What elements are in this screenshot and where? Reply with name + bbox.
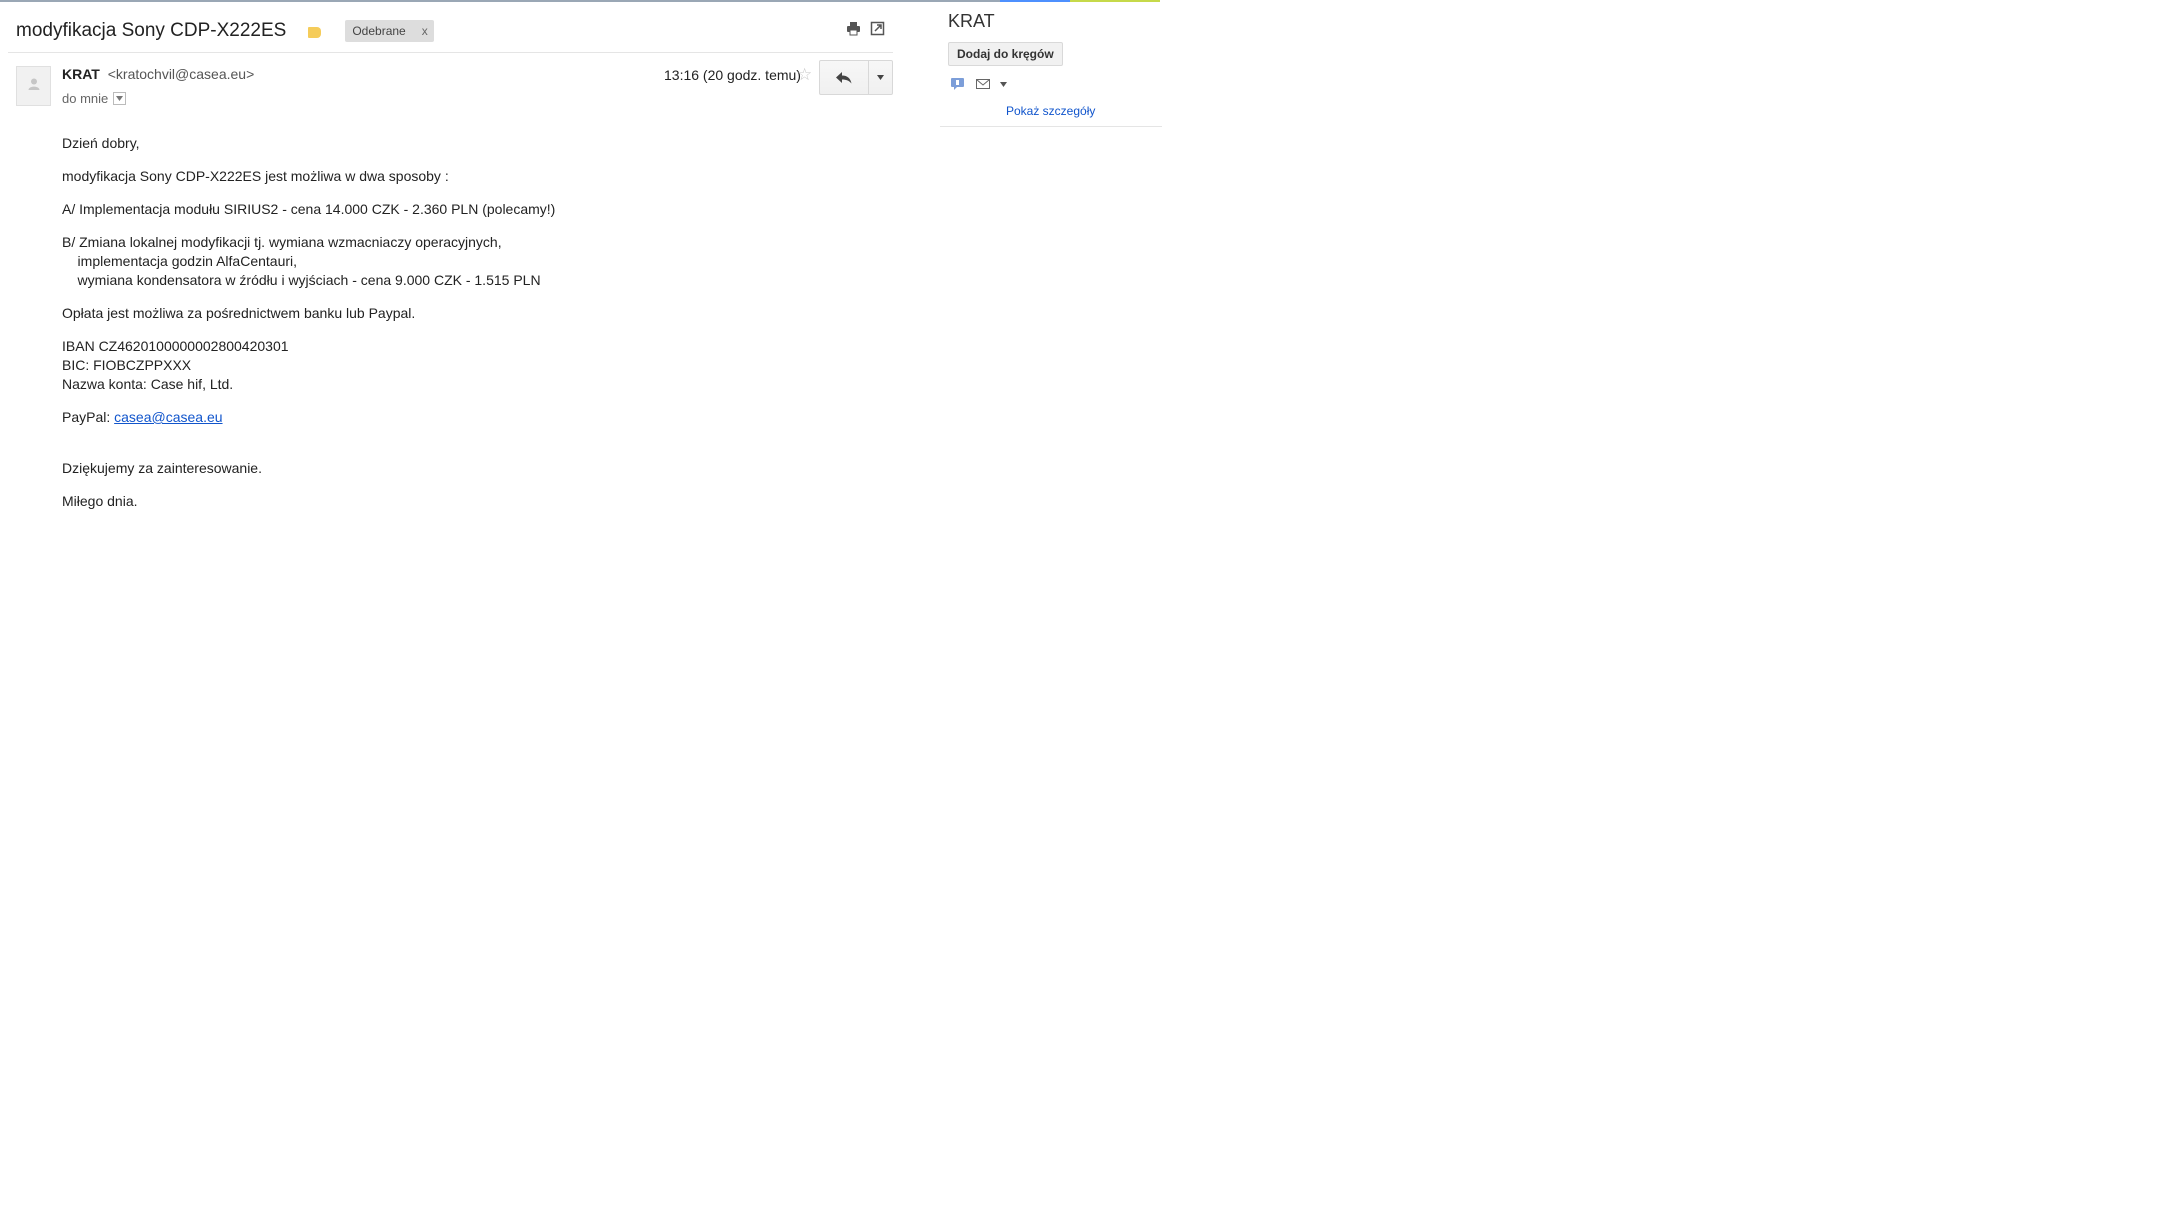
reply-button-group: [819, 60, 893, 95]
body-greeting: Dzień dobry,: [62, 135, 140, 151]
top-accent-green: [1070, 0, 1160, 2]
show-details-link[interactable]: Pokaż szczegóły: [1006, 104, 1095, 118]
header-divider: [8, 52, 893, 53]
sidebar-divider: [940, 126, 1162, 127]
dropdown-arrow-icon: [877, 75, 884, 80]
contact-actions: [950, 77, 1007, 91]
add-to-circles-button[interactable]: Dodaj do kręgów: [948, 42, 1063, 66]
body-intro: modyfikacja Sony CDP-X222ES jest możliwa…: [62, 168, 449, 184]
body-payment: Opłata jest możliwa za pośrednictwem ban…: [62, 305, 416, 321]
message-timestamp: 13:16 (20 godz. temu): [664, 67, 801, 83]
body-thanks: Dziękujemy za zainteresowanie.: [62, 460, 262, 476]
top-accent-bar: [0, 0, 1160, 2]
paypal-label: PayPal:: [62, 409, 115, 425]
subject-row: modyfikacja Sony CDP-X222ES Odebrane x: [16, 16, 434, 46]
top-accent-blue: [1000, 0, 1070, 2]
new-window-icon[interactable]: [870, 21, 885, 36]
body-spacer: [62, 441, 862, 459]
remove-label-button[interactable]: x: [422, 24, 428, 38]
contact-name: KRAT: [948, 11, 995, 31]
label-chip-inbox[interactable]: Odebrane x: [345, 20, 434, 42]
body-paypal: PayPal: casea@casea.eu: [62, 408, 862, 427]
body-option-a: A/ Implementacja modułu SIRIUS2 - cena 1…: [62, 201, 556, 217]
sender-name[interactable]: KRAT: [62, 66, 100, 82]
paypal-email-link[interactable]: casea@casea.eu: [114, 409, 222, 425]
sender-line: KRAT <kratochvil@casea.eu>: [62, 66, 254, 82]
label-chip-text: Odebrane: [352, 24, 406, 38]
person-icon: [27, 77, 41, 96]
chevron-down-icon: [116, 96, 124, 101]
label-tag-icon[interactable]: [308, 26, 322, 38]
message-body: Dzień dobry, modyfikacja Sony CDP-X222ES…: [62, 134, 862, 525]
body-closing: Miłego dnia.: [62, 493, 138, 509]
body-option-b: B/ Zmiana lokalnej modyfikacji tj. wymia…: [62, 234, 541, 288]
body-bank-details: IBAN CZ4620100000002800420301 BIC: FIOBC…: [62, 338, 289, 392]
email-subject: modyfikacja Sony CDP-X222ES: [16, 20, 287, 41]
show-details-toggle[interactable]: [113, 92, 127, 105]
reply-button[interactable]: [820, 61, 869, 94]
dropdown-arrow-icon: [1000, 82, 1007, 87]
more-contact-actions[interactable]: [1000, 79, 1007, 89]
sender-avatar[interactable]: [16, 66, 51, 106]
reply-icon: [836, 71, 852, 83]
print-icon[interactable]: [846, 21, 861, 36]
sender-email: <kratochvil@casea.eu>: [107, 66, 255, 82]
more-actions-button[interactable]: [869, 61, 892, 94]
recipient-line: do mnie: [62, 91, 127, 106]
mail-icon[interactable]: [975, 77, 991, 91]
chat-icon[interactable]: [950, 77, 966, 91]
star-icon[interactable]: ☆: [797, 65, 812, 85]
recipient-text: do mnie: [62, 91, 109, 106]
